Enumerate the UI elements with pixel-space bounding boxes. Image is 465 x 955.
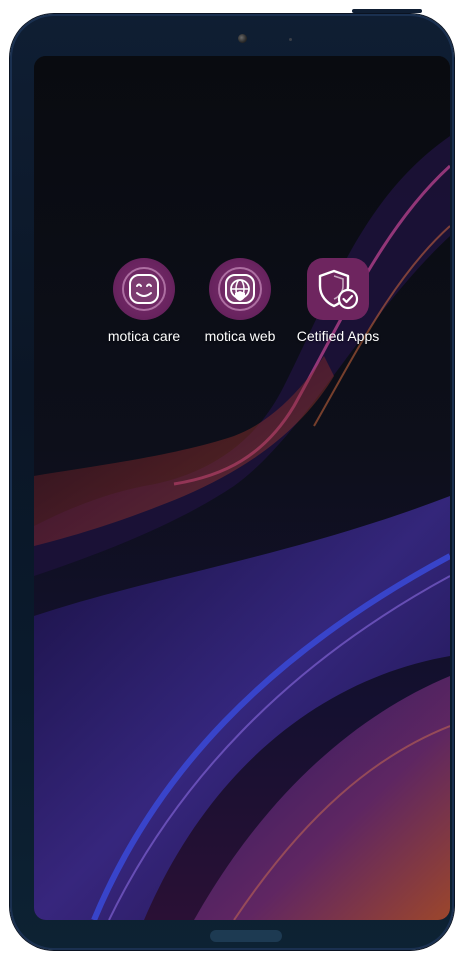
home-indicator[interactable] xyxy=(210,930,282,942)
front-camera xyxy=(238,34,247,43)
globe-shield-icon xyxy=(209,258,271,320)
app-motica-web[interactable]: motica web xyxy=(192,258,288,344)
app-label: Cetified Apps xyxy=(296,328,380,344)
app-label: motica web xyxy=(204,328,276,344)
app-motica-care[interactable]: motica care xyxy=(96,258,192,344)
app-certified-apps[interactable]: Cetified Apps xyxy=(290,258,386,344)
wallpaper xyxy=(34,56,450,920)
power-button xyxy=(352,9,422,13)
shield-check-icon xyxy=(307,258,369,320)
home-screen xyxy=(34,56,450,920)
smiley-icon xyxy=(113,258,175,320)
app-label: motica care xyxy=(107,328,181,344)
proximity-sensor xyxy=(289,38,292,41)
